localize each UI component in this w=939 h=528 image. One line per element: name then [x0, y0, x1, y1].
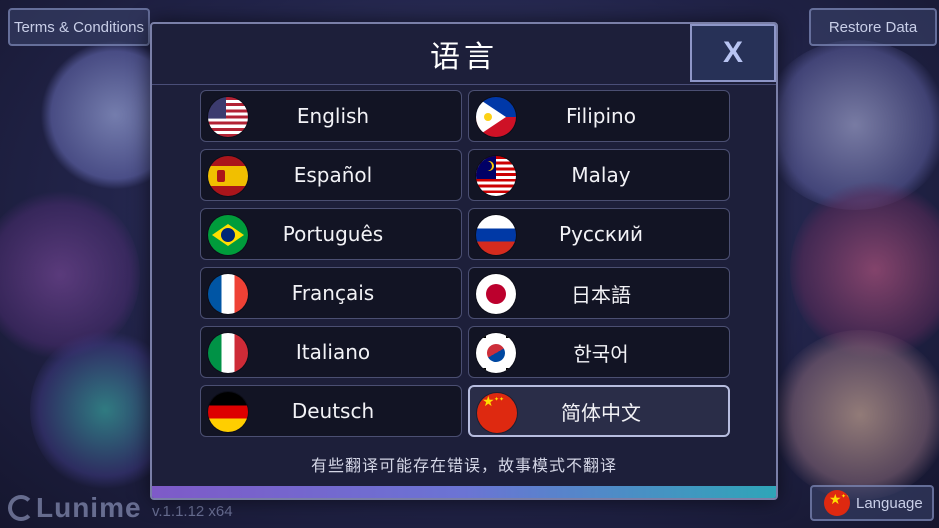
- terms-and-conditions-button[interactable]: Terms & Conditions: [8, 8, 150, 46]
- korea-flag-icon: [476, 333, 516, 373]
- language-option-italian[interactable]: Italiano: [200, 326, 462, 378]
- germany-flag-icon: [208, 392, 248, 432]
- italy-flag-icon: [208, 333, 248, 373]
- us-flag-icon: [208, 97, 248, 137]
- language-button-label: Language: [856, 494, 923, 512]
- language-option-simplified-chinese[interactable]: 简体中文: [468, 385, 730, 437]
- philippines-flag-icon: [476, 97, 516, 137]
- dialog-accent-bar: [152, 486, 776, 498]
- background-character-art: [770, 330, 939, 500]
- brazil-flag-icon: [208, 215, 248, 255]
- language-grid: English Filipino Español Malay Português…: [200, 90, 730, 437]
- china-flag-icon: [477, 393, 517, 433]
- dialog-title: 语言: [430, 40, 498, 75]
- language-option-russian[interactable]: Русский: [468, 208, 730, 260]
- russia-flag-icon: [476, 215, 516, 255]
- spain-flag-icon: [208, 156, 248, 196]
- language-option-german[interactable]: Deutsch: [200, 385, 462, 437]
- translation-note: 有些翻译可能存在错误，故事模式不翻译: [310, 456, 617, 475]
- language-option-filipino[interactable]: Filipino: [468, 90, 730, 142]
- dialog-header: 语言 X: [152, 24, 776, 85]
- logo-text: Lunime: [36, 492, 142, 523]
- close-icon: X: [722, 36, 743, 69]
- version-label: v.1.1.12 x64: [152, 503, 233, 520]
- france-flag-icon: [208, 274, 248, 314]
- language-option-japanese[interactable]: 日本語: [468, 267, 730, 319]
- lunime-logo: Lunime: [8, 492, 142, 524]
- malaysia-flag-icon: [476, 156, 516, 196]
- language-option-portuguese[interactable]: Português: [200, 208, 462, 260]
- logo-mark-icon: [8, 495, 34, 521]
- close-button[interactable]: X: [690, 24, 776, 82]
- japan-flag-icon: [476, 274, 516, 314]
- language-option-spanish[interactable]: Español: [200, 149, 462, 201]
- language-option-malay[interactable]: Malay: [468, 149, 730, 201]
- china-flag-icon: [824, 490, 850, 516]
- language-option-korean[interactable]: 한국어: [468, 326, 730, 378]
- restore-data-button[interactable]: Restore Data: [809, 8, 937, 46]
- language-option-english[interactable]: English: [200, 90, 462, 142]
- language-button[interactable]: Language: [810, 485, 934, 521]
- language-dialog: 语言 X English Filipino Español Malay Port…: [150, 22, 778, 500]
- language-option-french[interactable]: Français: [200, 267, 462, 319]
